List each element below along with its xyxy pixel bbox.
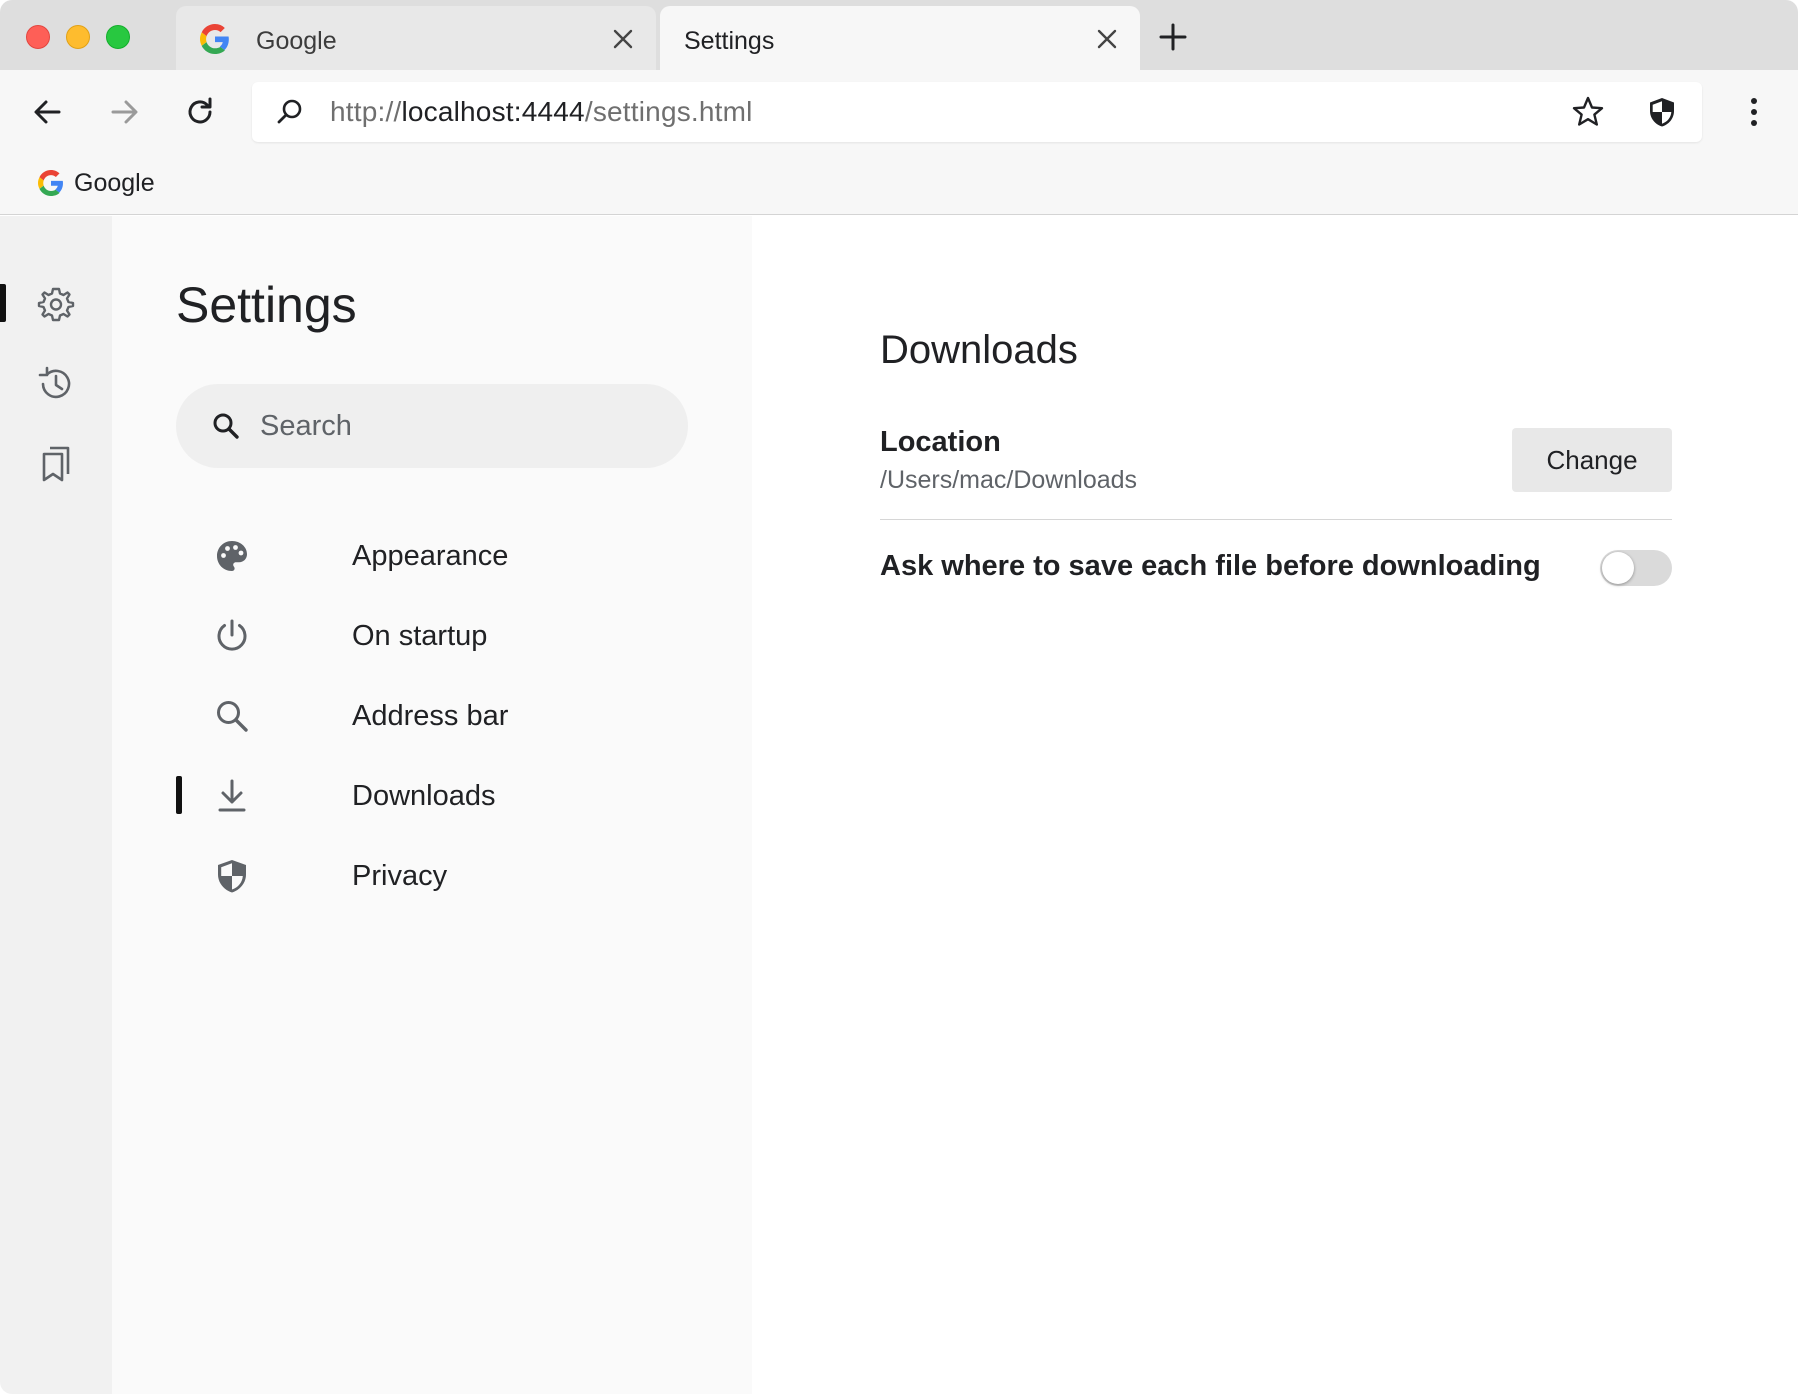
search-icon bbox=[217, 701, 248, 732]
ask-where-to-save-row: Ask where to save each file before downl… bbox=[880, 532, 1672, 604]
nav-item-label: Privacy bbox=[352, 860, 448, 892]
nav-item-address-bar[interactable]: Address bar bbox=[176, 684, 696, 748]
google-logo-icon bbox=[38, 170, 63, 196]
reload-button[interactable] bbox=[180, 92, 220, 132]
nav-item-label: On startup bbox=[352, 620, 488, 652]
minimize-window-button[interactable] bbox=[66, 25, 90, 49]
bookmark-google[interactable]: Google bbox=[38, 166, 155, 200]
toggle-knob bbox=[1602, 552, 1634, 584]
search-icon bbox=[277, 99, 302, 124]
nav-item-label: Address bar bbox=[352, 700, 509, 732]
reload-icon bbox=[188, 97, 212, 124]
more-vertical-icon bbox=[1751, 98, 1757, 126]
close-tab-icon[interactable] bbox=[1092, 24, 1122, 54]
back-button[interactable] bbox=[28, 92, 68, 132]
page-title: Settings bbox=[176, 277, 357, 333]
tab-settings[interactable]: Settings bbox=[660, 6, 1140, 70]
power-icon bbox=[217, 619, 247, 651]
bookmarks-icon[interactable] bbox=[36, 444, 76, 484]
nav-item-on-startup[interactable]: On startup bbox=[176, 604, 696, 668]
location-path: /Users/mac/Downloads bbox=[880, 466, 1138, 494]
settings-search[interactable] bbox=[176, 384, 688, 468]
location-label: Location bbox=[880, 426, 1001, 458]
settings-content: Downloads Location /Users/mac/Downloads … bbox=[752, 216, 1798, 1394]
ask-where-to-save-label: Ask where to save each file before downl… bbox=[880, 550, 1541, 582]
nav-active-indicator bbox=[176, 776, 182, 814]
nav-item-privacy[interactable]: Privacy bbox=[176, 844, 696, 908]
url-scheme: http:// bbox=[330, 96, 402, 127]
address-bar[interactable]: http://localhost:4444/settings.html bbox=[252, 82, 1702, 142]
tab-title: Settings bbox=[684, 27, 775, 55]
rail-active-indicator bbox=[0, 284, 6, 322]
search-icon bbox=[213, 413, 239, 439]
tab-title: Google bbox=[256, 27, 337, 55]
close-window-button[interactable] bbox=[26, 25, 50, 49]
toolbar: http://localhost:4444/settings.html bbox=[0, 70, 1798, 152]
section-title: Downloads bbox=[880, 328, 1078, 372]
browser-menu-button[interactable] bbox=[1734, 92, 1774, 132]
location-row: Location /Users/mac/Downloads Change bbox=[880, 420, 1672, 520]
shield-icon[interactable] bbox=[1644, 94, 1680, 130]
bookmarks-bar: Google bbox=[0, 152, 1798, 215]
history-icon[interactable] bbox=[36, 364, 76, 404]
search-input[interactable] bbox=[260, 402, 660, 450]
new-tab-icon[interactable] bbox=[1156, 20, 1190, 54]
arrow-left-icon bbox=[34, 100, 61, 124]
ask-where-to-save-toggle[interactable] bbox=[1600, 550, 1672, 586]
change-location-button[interactable]: Change bbox=[1512, 428, 1672, 492]
forward-button[interactable] bbox=[104, 92, 144, 132]
settings-sidebar: Settings Appearance bbox=[112, 216, 752, 1394]
nav-item-label: Appearance bbox=[352, 540, 509, 572]
settings-page: Settings Appearance bbox=[0, 216, 1798, 1394]
nav-item-appearance[interactable]: Appearance bbox=[176, 524, 696, 588]
google-logo-icon bbox=[200, 24, 229, 54]
nav-item-label: Downloads bbox=[352, 780, 496, 812]
url-host: localhost:4444 bbox=[401, 96, 585, 127]
url-path: /settings.html bbox=[584, 96, 753, 127]
browser-window: Google Settings http://localhost:4444/se… bbox=[0, 0, 1798, 1394]
tab-google[interactable]: Google bbox=[176, 6, 656, 70]
arrow-right-icon bbox=[111, 100, 138, 124]
side-rail bbox=[0, 216, 112, 1394]
bookmark-label: Google bbox=[74, 168, 155, 197]
download-icon bbox=[218, 779, 246, 812]
tab-strip: Google Settings bbox=[0, 0, 1798, 70]
palette-icon bbox=[217, 541, 247, 571]
url-text[interactable]: http://localhost:4444/settings.html bbox=[330, 96, 753, 128]
bookmark-star-icon[interactable] bbox=[1570, 94, 1606, 130]
maximize-window-button[interactable] bbox=[106, 25, 130, 49]
nav-item-downloads[interactable]: Downloads bbox=[176, 764, 696, 828]
gear-icon[interactable] bbox=[36, 284, 76, 324]
close-tab-icon[interactable] bbox=[608, 24, 638, 54]
shield-icon bbox=[218, 860, 246, 893]
